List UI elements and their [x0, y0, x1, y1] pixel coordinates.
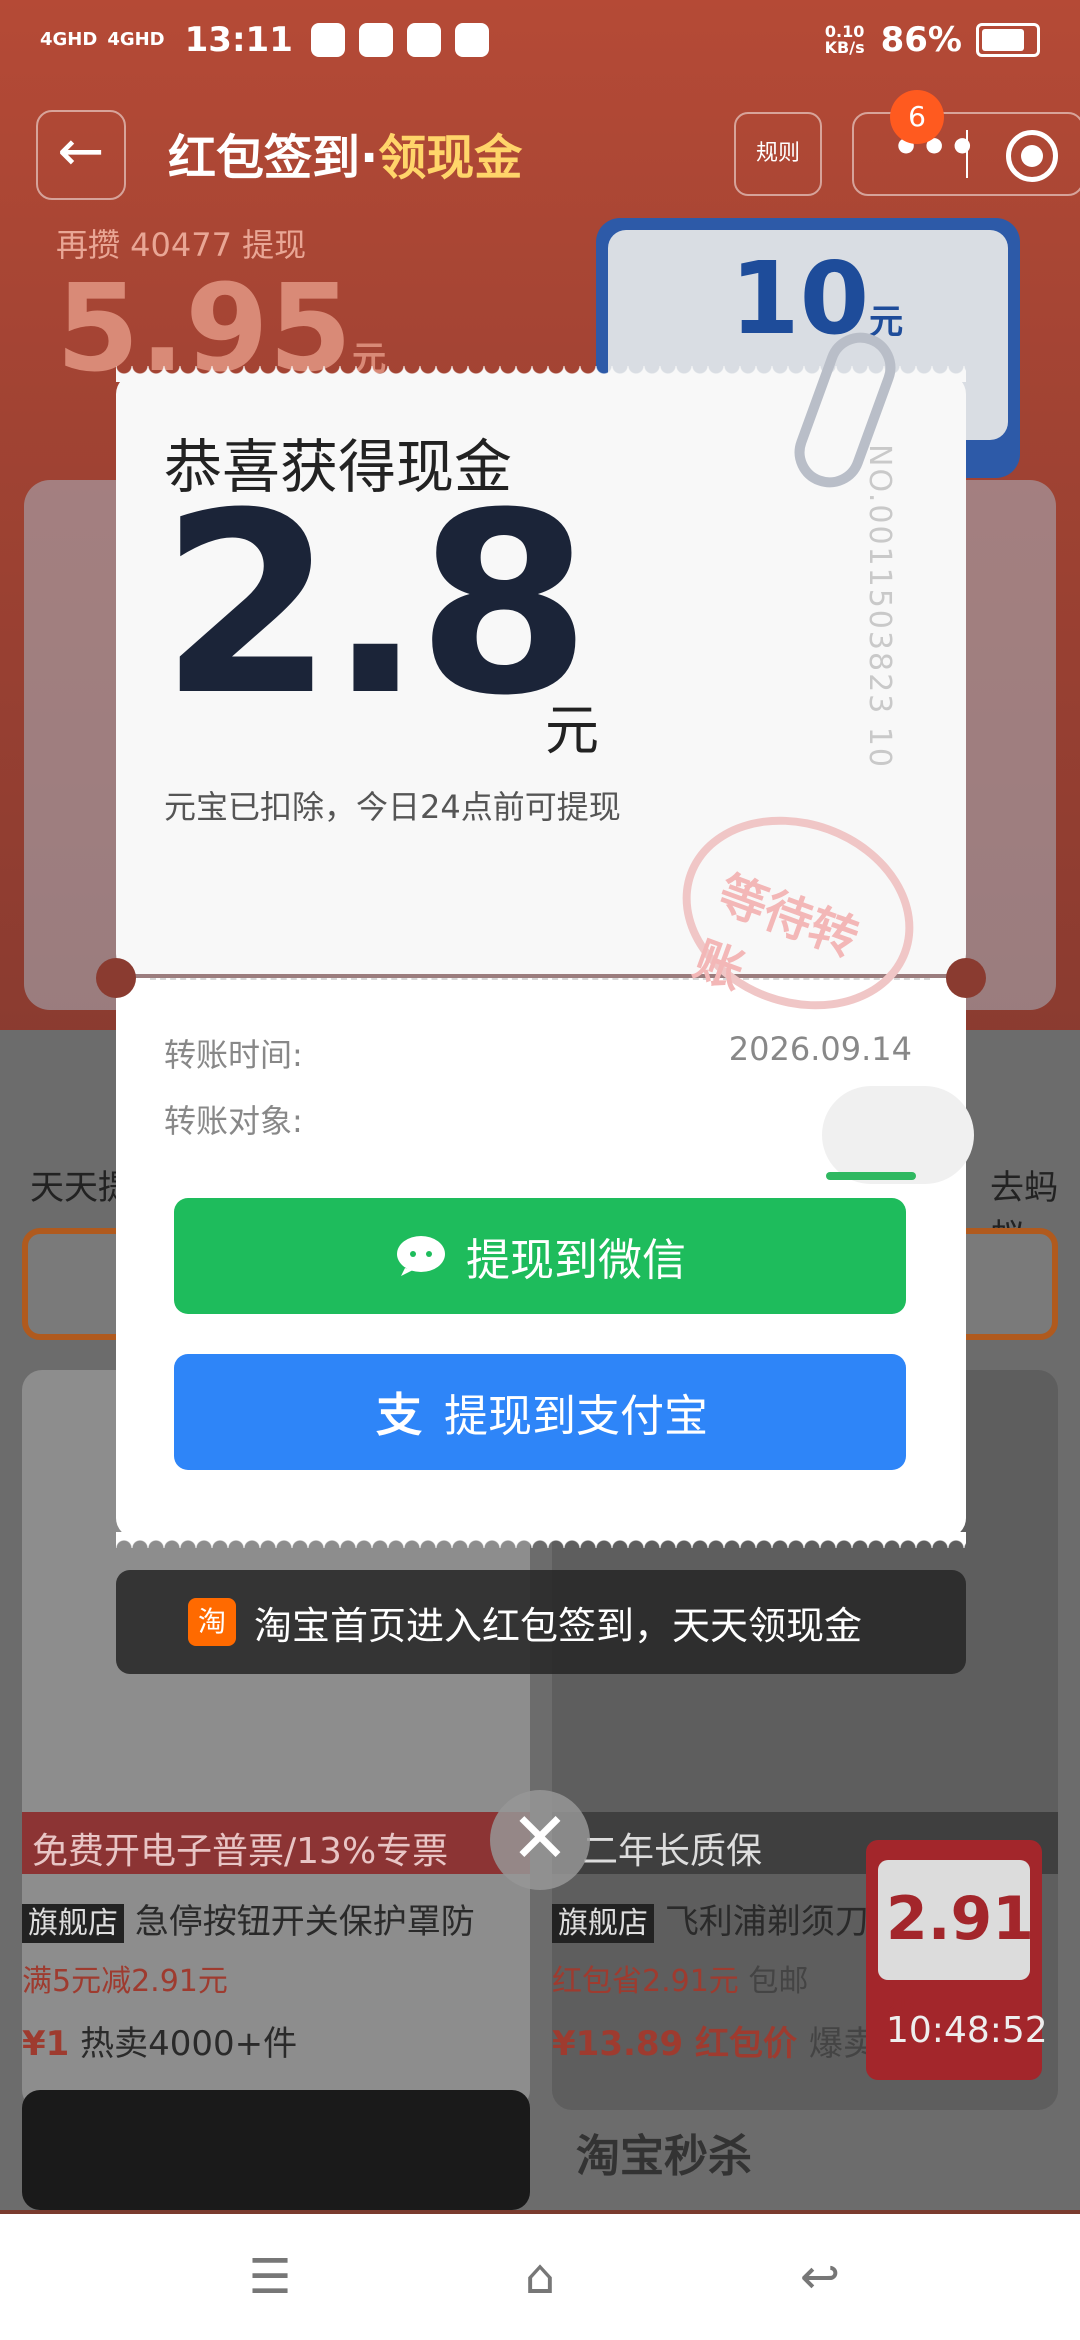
rules-button[interactable]: 规则 — [734, 112, 822, 196]
withdraw-alipay-button[interactable]: 支 提现到支付宝 — [174, 1354, 906, 1470]
taobao-icon: 淘 — [188, 1598, 236, 1646]
transfer-time-value: 2026.09.14 — [728, 1030, 912, 1068]
withdraw-wechat-button[interactable]: 提现到微信 — [174, 1198, 906, 1314]
product-left-promo: 满5元减2.91元 — [22, 1964, 228, 1999]
taobao-notification-icon — [310, 23, 345, 57]
arrow-left-icon: ← — [57, 119, 105, 184]
status-time: 13:11 — [184, 20, 293, 60]
transfer-time-label: 转账时间: — [164, 1036, 303, 1074]
product-right-price: ¥13.89 红包价 爆卖 — [552, 2024, 877, 2064]
product-left-title: 旗舰店 急停按钮开关保护罩防 — [22, 1894, 475, 1943]
system-navigation-bar: ☰ ⌂ ↩ — [0, 2214, 1080, 2340]
signal-icon: 4GHD — [107, 29, 165, 50]
reward-note: 元宝已扣除，今日24点前可提现 — [164, 788, 621, 826]
network-speed: 0.10 KB/s — [824, 22, 865, 57]
product-right-title: 旗舰店 飞利浦剃须刀 — [552, 1894, 869, 1943]
close-miniapp-icon[interactable] — [1006, 130, 1058, 182]
wechat-notification-icon — [358, 23, 393, 57]
invoice-strip: 免费开电子普票/13%专票 — [22, 1812, 530, 1874]
home-icon[interactable]: ⌂ — [510, 2252, 570, 2302]
flash-sale-title[interactable]: 淘宝秒杀 — [576, 2120, 752, 2184]
back-icon[interactable]: ↩ — [790, 2252, 850, 2302]
miniapp-capsule: ••• — [852, 112, 1080, 196]
product-card-bottom-left[interactable] — [22, 2090, 530, 2210]
signal-icon: 4GHD — [40, 29, 98, 50]
reward-unit: 元 — [545, 699, 599, 762]
battery-icon — [976, 23, 1040, 57]
countdown-timer: 10:48:52 — [886, 2010, 1048, 2051]
taobao-entry-toast: 淘 淘宝首页进入红包签到，天天领现金 — [116, 1570, 966, 1674]
alipay-icon: 支 — [376, 1388, 422, 1442]
menu-icon[interactable]: ☰ — [240, 2252, 300, 2302]
notification-badge: 6 — [890, 90, 944, 144]
message-notification-icon — [406, 23, 441, 57]
countdown-price-tag: 2.91元 10:48:52 — [866, 1840, 1048, 2080]
close-dialog-button[interactable]: ✕ — [490, 1790, 590, 1890]
wechat-icon — [394, 1229, 448, 1283]
product-right-promo: 红包省2.91元 包邮 — [552, 1964, 809, 1999]
page-title: 红包签到·领现金 — [168, 130, 523, 186]
back-button[interactable]: ← — [36, 110, 126, 200]
status-bar: 4GHD 4GHD 13:11 0.10 KB/s 86% — [0, 0, 1080, 80]
ticket-serial: NO.0011503823 10 — [862, 444, 897, 769]
product-left-price: ¥1 热卖4000+件 — [22, 2024, 298, 2064]
app-notification-icon — [454, 23, 489, 57]
price-tag-value: 2.91元 — [886, 1884, 1035, 2016]
transfer-target-label: 转账对象: — [164, 1102, 303, 1140]
battery-percent: 86% — [880, 20, 962, 60]
transfer-target-toggle[interactable] — [822, 1086, 974, 1184]
close-icon: ✕ — [510, 1797, 570, 1879]
reward-amount: 2.8 — [160, 459, 591, 750]
